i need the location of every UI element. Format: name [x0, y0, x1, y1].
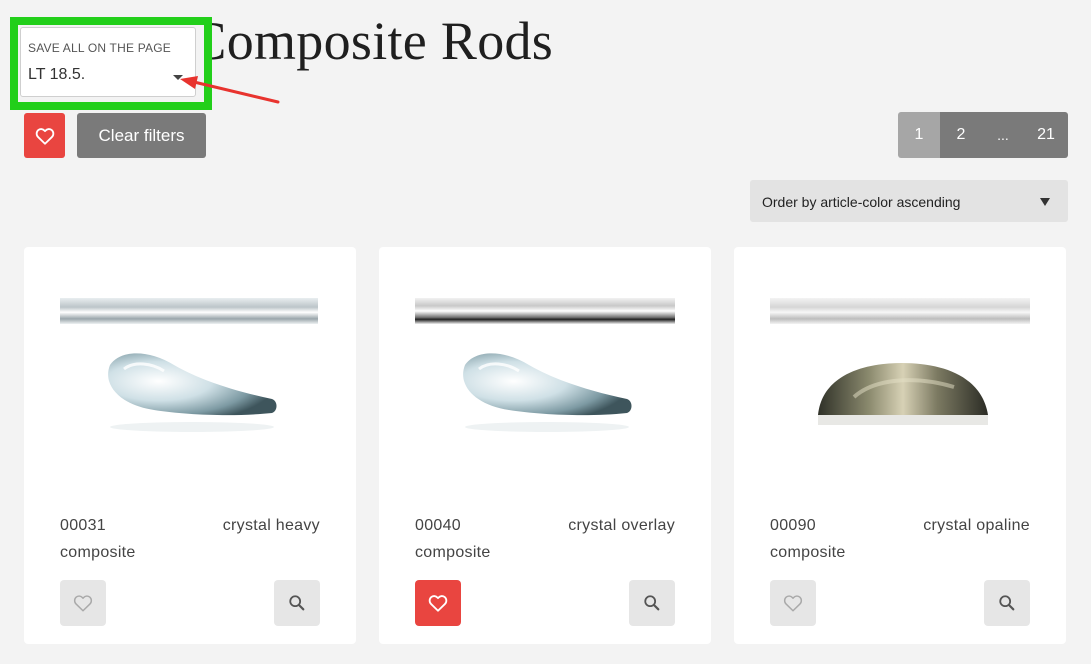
page-button-2[interactable]: 2: [940, 112, 982, 158]
zoom-button[interactable]: [629, 580, 675, 626]
search-icon: [999, 595, 1015, 611]
chevron-down-icon: [1040, 198, 1050, 206]
product-code: 00040: [415, 517, 461, 534]
search-icon: [289, 595, 305, 611]
product-card[interactable]: 00031 crystal heavy composite: [24, 247, 356, 644]
product-image: [60, 298, 318, 432]
product-card[interactable]: 00090 crystal opaline composite: [734, 247, 1066, 644]
page-button-last[interactable]: 21: [1024, 112, 1068, 158]
product-description: crystal overlay: [568, 517, 675, 534]
product-image: [770, 298, 1030, 425]
product-image: [415, 298, 675, 432]
clear-filters-button[interactable]: Clear filters: [77, 113, 206, 158]
heart-icon: [73, 595, 93, 612]
product-code: 00090: [770, 517, 816, 534]
page-ellipsis: ...: [982, 112, 1024, 158]
annotation-arrow-icon: [180, 76, 280, 104]
product-description: crystal heavy: [222, 517, 320, 534]
heart-icon: [428, 595, 448, 612]
product-code: 00031: [60, 517, 106, 534]
product-card[interactable]: 00040 crystal overlay composite: [379, 247, 711, 644]
product-type: composite: [60, 544, 136, 561]
pagination: 1 2 ... 21: [898, 112, 1068, 158]
page-button-1[interactable]: 1: [898, 112, 940, 158]
favorites-filter-button[interactable]: [24, 113, 65, 158]
product-type: composite: [770, 544, 846, 561]
heart-icon: [35, 127, 54, 145]
order-select-value: Order by article-color ascending: [762, 194, 961, 210]
favorite-button[interactable]: [770, 580, 816, 626]
order-select[interactable]: Order by article-color ascending: [750, 180, 1068, 222]
save-all-label: SAVE ALL ON THE PAGE: [28, 41, 171, 55]
search-icon: [644, 595, 660, 611]
zoom-button[interactable]: [984, 580, 1030, 626]
save-all-value: LT 18.5.: [28, 66, 86, 83]
favorite-button[interactable]: [415, 580, 461, 626]
product-description: crystal opaline: [923, 517, 1030, 534]
favorite-button[interactable]: [60, 580, 106, 626]
product-type: composite: [415, 544, 491, 561]
heart-icon: [783, 595, 803, 612]
zoom-button[interactable]: [274, 580, 320, 626]
